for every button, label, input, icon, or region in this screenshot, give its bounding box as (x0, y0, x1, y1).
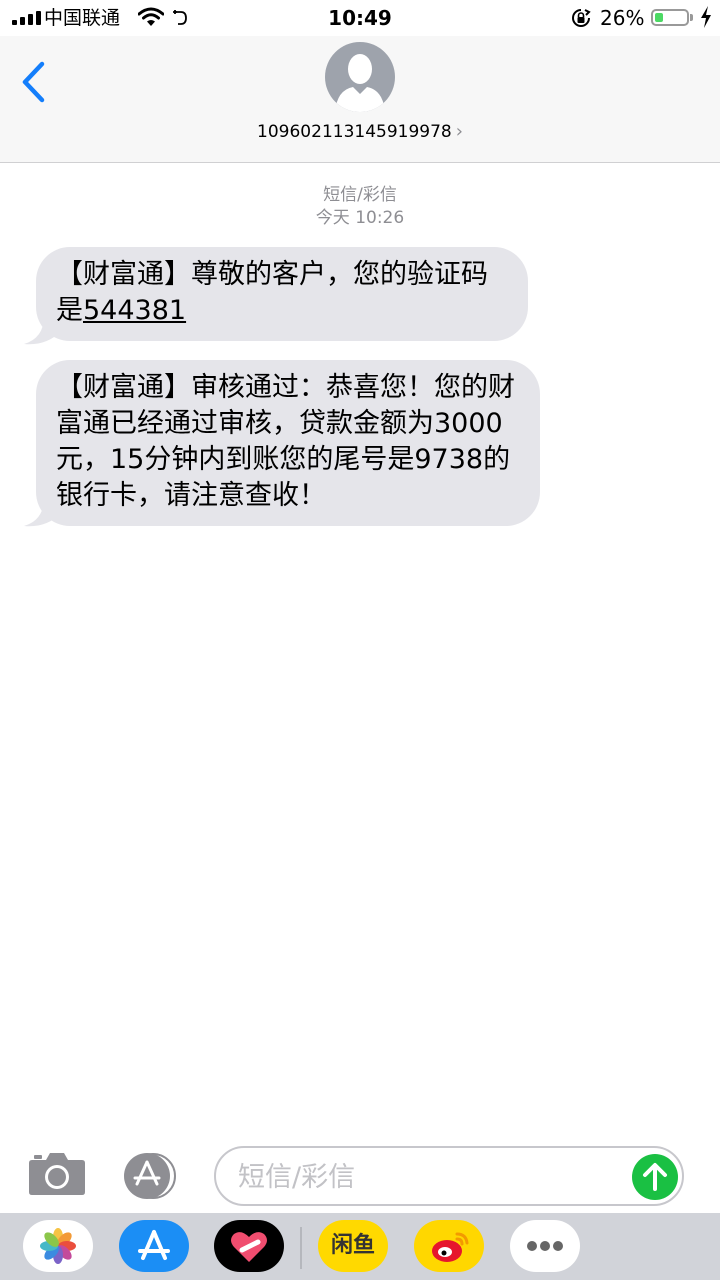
heart-touch-icon (231, 1232, 267, 1262)
xianyu-app-icon[interactable]: 闲鱼 (318, 1220, 388, 1272)
conversation-header: 109602113145919978 › (0, 36, 720, 163)
message-timestamp: 今天 10:26 (315, 208, 405, 228)
digital-touch-icon[interactable] (214, 1220, 284, 1272)
app-store-button-icon[interactable] (123, 1152, 179, 1200)
back-chevron-icon[interactable] (18, 60, 48, 104)
message-type-label: 短信/彩信 (323, 185, 397, 205)
app-store-a-icon (138, 1230, 170, 1260)
contact-name-button[interactable]: 109602113145919978 › (0, 120, 720, 144)
imessage-app-drawer: 闲鱼 (0, 1213, 720, 1280)
message-text: 【财富通】审核通过：恭喜您！您的财富通已经通过审核，贷款金额为3000元，15分… (56, 372, 515, 511)
more-apps-icon[interactable] (510, 1220, 580, 1272)
xianyu-logo-text: 闲鱼 (330, 1233, 375, 1258)
battery-level-fill (655, 13, 663, 22)
message-input[interactable] (236, 1156, 630, 1198)
app-store-icon[interactable] (119, 1220, 189, 1272)
arrow-up-icon (643, 1163, 667, 1191)
send-button[interactable] (632, 1154, 678, 1200)
weibo-logo-icon (432, 1232, 469, 1262)
ellipsis-icon (527, 1241, 563, 1251)
photos-app-icon[interactable] (23, 1220, 93, 1272)
contact-number: 109602113145919978 (257, 122, 452, 142)
orientation-lock-icon (572, 9, 591, 27)
drawer-separator (300, 1227, 302, 1269)
person-silhouette-icon (335, 54, 385, 112)
photos-flower-icon (40, 1228, 76, 1264)
verification-code-link[interactable]: 544381 (83, 295, 186, 326)
message-bubble-approval[interactable]: 【财富通】审核通过：恭喜您！您的财富通已经通过审核，贷款金额为3000元，15分… (36, 360, 540, 526)
battery-cap (690, 14, 693, 21)
message-bubble-verification[interactable]: 【财富通】尊敬的客户，您的验证码是544381 (36, 247, 528, 341)
charging-bolt-icon (701, 6, 711, 28)
battery-percentage: 26% (600, 6, 645, 30)
battery-icon (651, 9, 689, 26)
contact-avatar[interactable] (325, 42, 395, 112)
chevron-right-icon: › (455, 121, 463, 142)
weibo-app-icon[interactable] (414, 1220, 484, 1272)
message-input-container[interactable] (214, 1146, 684, 1206)
status-bar: 中国联通 10:49 26% (0, 0, 720, 36)
camera-icon[interactable] (28, 1150, 86, 1196)
